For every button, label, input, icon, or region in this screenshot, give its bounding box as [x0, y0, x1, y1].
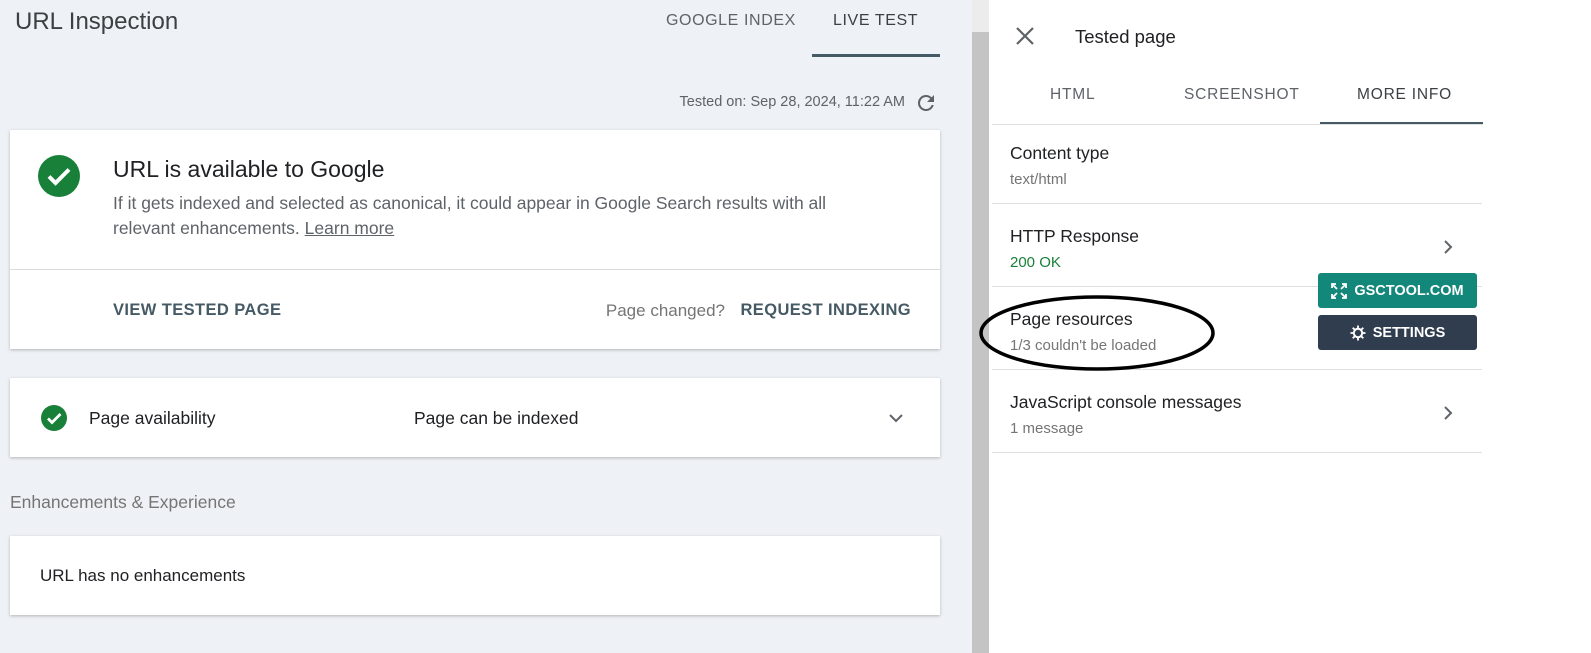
card-divider [10, 269, 940, 270]
request-indexing-button[interactable]: REQUEST INDEXING [740, 301, 911, 320]
check-circle-icon [41, 405, 67, 431]
info-row-value: 1 message [1010, 420, 1084, 437]
chevron-down-icon[interactable] [886, 408, 906, 428]
chevron-right-icon[interactable] [1440, 238, 1456, 256]
tested-on-timestamp: Tested on: Sep 28, 2024, 11:22 AM [679, 94, 905, 110]
page-availability-row[interactable]: Page availability Page can be indexed [10, 378, 940, 457]
tab-live-test[interactable]: LIVE TEST [833, 12, 918, 30]
info-row-title: Content type [1010, 143, 1110, 163]
page-title: URL Inspection [15, 8, 179, 35]
settings-button[interactable]: SETTINGS [1318, 315, 1477, 350]
chevron-right-icon[interactable] [1440, 404, 1456, 422]
active-tab-indicator [812, 54, 940, 57]
info-row-title: JavaScript console messages [1010, 392, 1242, 412]
refresh-icon[interactable] [914, 91, 938, 115]
url-status-card: URL is available to Google If it gets in… [10, 130, 940, 349]
info-row-value: 200 OK [1010, 254, 1061, 271]
tab-html[interactable]: HTML [1050, 86, 1095, 104]
status-description: If it gets indexed and selected as canon… [113, 191, 833, 241]
info-row-title: HTTP Response [1010, 226, 1140, 246]
settings-label: SETTINGS [1372, 324, 1446, 341]
gsctool-button[interactable]: GSCTOOL.COM [1318, 273, 1477, 308]
page-changed-label: Page changed? [605, 301, 725, 320]
tab-screenshot[interactable]: SCREENSHOT [1184, 86, 1300, 104]
close-icon[interactable] [1014, 25, 1036, 47]
expand-icon [1331, 282, 1348, 299]
info-row-value: text/html [1010, 171, 1067, 188]
enhancements-section-label: Enhancements & Experience [10, 492, 236, 512]
learn-more-link[interactable]: Learn more [305, 218, 395, 238]
availability-label: Page availability [89, 408, 216, 428]
gsctool-label: GSCTOOL.COM [1354, 282, 1464, 299]
active-tab-indicator [1320, 122, 1483, 124]
tab-more-info[interactable]: MORE INFO [1357, 86, 1452, 104]
info-row-js-console[interactable]: JavaScript console messages 1 message [992, 370, 1482, 453]
panel-title: Tested page [1075, 26, 1176, 47]
status-description-text: If it gets indexed and selected as canon… [113, 193, 827, 238]
check-circle-icon [38, 155, 80, 197]
view-tested-page-button[interactable]: VIEW TESTED PAGE [113, 301, 281, 320]
tab-google-index[interactable]: GOOGLE INDEX [666, 12, 796, 30]
availability-value: Page can be indexed [414, 408, 579, 428]
inspection-main-panel: URL Inspection GOOGLE INDEX LIVE TEST Te… [0, 0, 972, 653]
status-title: URL is available to Google [113, 156, 385, 182]
gear-icon [1350, 325, 1366, 340]
info-row-content-type: Content type text/html [992, 125, 1482, 204]
enhancements-card: URL has no enhancements [10, 536, 940, 615]
no-enhancements-message: URL has no enhancements [40, 566, 246, 585]
annotation-ellipse [979, 295, 1215, 371]
